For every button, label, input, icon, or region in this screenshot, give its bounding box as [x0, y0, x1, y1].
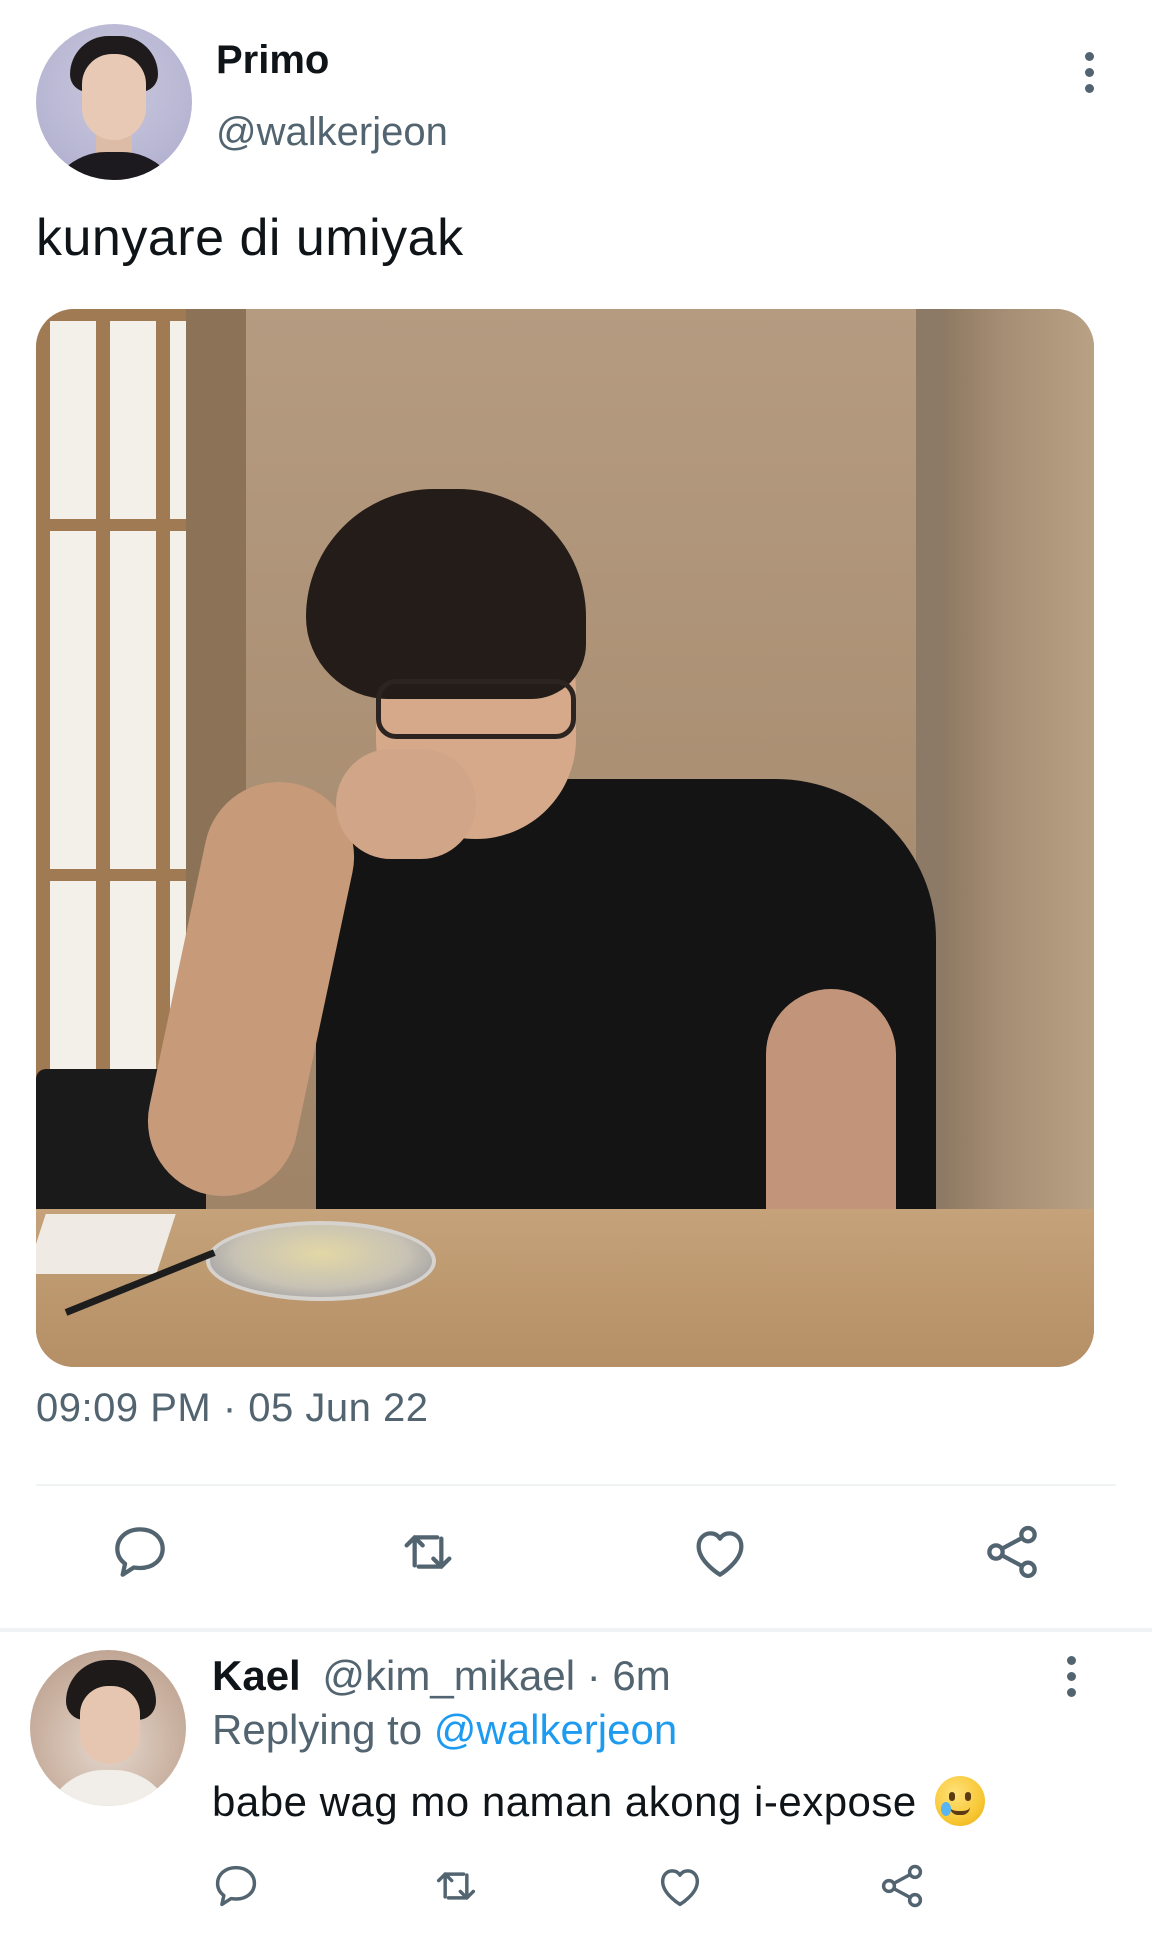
avatar-face [82, 54, 146, 140]
reply-age[interactable]: 6m [612, 1652, 670, 1699]
reply-author-name[interactable]: Kael [212, 1652, 301, 1699]
replying-mention-link[interactable]: @walkerjeon [434, 1706, 677, 1753]
avatar-shirt [44, 1770, 174, 1806]
reply-text-line: babe wag mo naman akong i-expose [212, 1776, 985, 1826]
photo-person-hand [336, 749, 476, 859]
photo-table [36, 1209, 1094, 1367]
reply-icon[interactable] [108, 1520, 172, 1584]
share-icon[interactable] [980, 1520, 1044, 1584]
photo-person-hair [306, 489, 586, 699]
avatar-face [80, 1686, 140, 1764]
replying-prefix: Replying to [212, 1706, 434, 1753]
reply-actions [0, 1860, 1152, 1920]
like-icon[interactable] [688, 1520, 752, 1584]
reply-author-avatar[interactable] [30, 1650, 186, 1806]
main-tweet: Primo @walkerjeon kunyare di umiyak 09:0… [0, 0, 1152, 1630]
tweet-timestamp[interactable]: 09:09 PM · 05 Jun 22 [36, 1386, 428, 1431]
author-handle[interactable]: @walkerjeon [216, 110, 448, 155]
reply-text: babe wag mo naman akong i-expose [212, 1778, 917, 1825]
smiling-face-with-tear-icon [934, 1776, 985, 1826]
author-avatar[interactable] [36, 24, 192, 180]
photo-plate [206, 1221, 436, 1301]
retweet-icon[interactable] [430, 1860, 482, 1912]
photo-glasses [376, 679, 576, 739]
reply-header: Kael @kim_mikael · 6m [212, 1652, 671, 1700]
replying-to: Replying to @walkerjeon [212, 1706, 677, 1754]
tweet-photo[interactable] [36, 309, 1094, 1367]
reply-author-handle[interactable]: @kim_mikael [322, 1652, 575, 1699]
photo-paper [36, 1214, 176, 1274]
tweet-text: kunyare di umiyak [36, 209, 464, 267]
like-icon[interactable] [654, 1860, 706, 1912]
reply-more-options-icon[interactable] [1056, 1656, 1086, 1702]
reply-icon[interactable] [210, 1860, 262, 1912]
author-name[interactable]: Primo [216, 38, 329, 83]
more-options-icon[interactable] [1074, 52, 1104, 98]
section-divider [0, 1628, 1152, 1632]
tweet-actions [0, 1520, 1152, 1590]
retweet-icon[interactable] [396, 1520, 460, 1584]
share-icon[interactable] [876, 1860, 928, 1912]
divider [36, 1484, 1116, 1486]
avatar-shoulders [46, 152, 182, 180]
reply-separator: · [575, 1652, 613, 1699]
